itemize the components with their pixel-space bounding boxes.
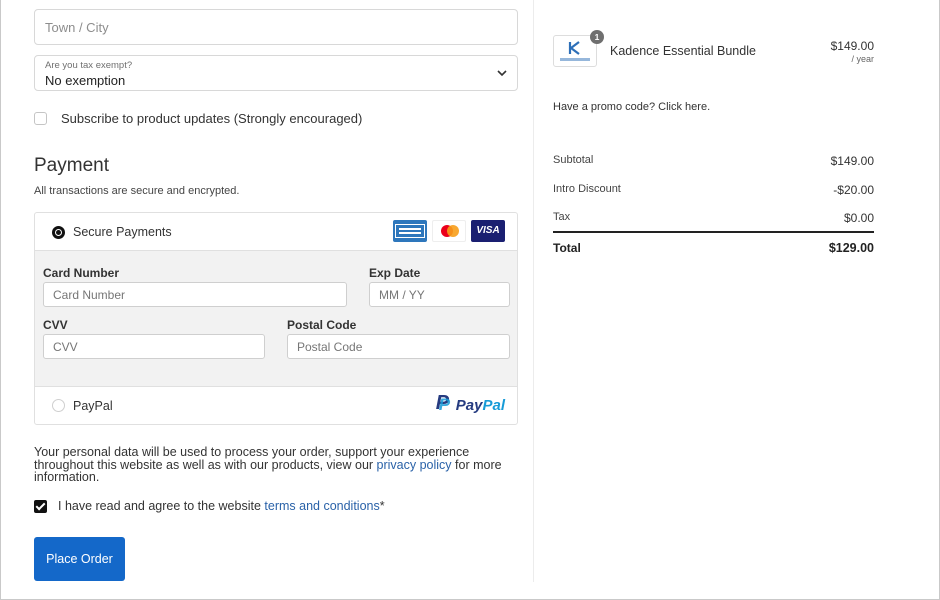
secure-payments-radio[interactable] — [52, 226, 65, 239]
privacy-policy-link[interactable]: privacy policy — [377, 458, 452, 472]
tax-exempt-select[interactable]: Are you tax exempt? No exemption — [34, 55, 518, 91]
total-value: $129.00 — [828, 241, 874, 255]
promo-code-link[interactable]: Have a promo code? Click here. — [553, 101, 710, 113]
terms-text: I have read and agree to the website — [58, 499, 265, 513]
card-number-input[interactable] — [43, 282, 347, 307]
secure-payments-label[interactable]: Secure Payments — [73, 225, 172, 239]
tax-exempt-label: Are you tax exempt? — [45, 60, 133, 71]
postal-code-input[interactable] — [287, 334, 510, 359]
terms-label: I have read and agree to the website ter… — [58, 499, 385, 513]
exp-date-input[interactable] — [369, 282, 510, 307]
payment-subtitle: All transactions are secure and encrypte… — [34, 185, 240, 197]
payment-methods: Secure Payments VISA Card Number Exp Dat… — [34, 212, 518, 425]
exp-date-label: Exp Date — [369, 266, 421, 280]
terms-required: * — [379, 499, 385, 513]
paypal-icon — [436, 392, 452, 415]
total-divider — [553, 231, 874, 233]
paypal-logo: PayPal — [436, 392, 505, 415]
place-order-button[interactable]: Place Order — [34, 537, 125, 581]
payment-heading: Payment — [34, 155, 109, 176]
cvv-label: CVV — [43, 318, 68, 332]
product-billing-period: / year — [851, 54, 874, 64]
terms-link[interactable]: terms and conditions — [264, 499, 379, 513]
subscribe-row: Subscribe to product updates (Strongly e… — [34, 109, 362, 127]
town-city-input[interactable] — [35, 10, 517, 44]
column-divider — [533, 0, 534, 582]
card-number-label: Card Number — [43, 266, 120, 280]
tax-row: Tax $0.00 — [553, 211, 874, 225]
terms-checkbox[interactable] — [34, 499, 47, 513]
subscribe-checkbox[interactable] — [34, 111, 47, 125]
visa-icon: VISA — [471, 220, 505, 242]
card-fields: Card Number Exp Date CVV Postal Code — [35, 251, 517, 387]
subtotal-row: Subtotal $149.00 — [553, 154, 874, 168]
discount-value: -$20.00 — [833, 183, 874, 197]
paypal-radio[interactable] — [52, 399, 65, 412]
tax-exempt-value: No exemption — [45, 73, 126, 88]
quantity-badge: 1 — [590, 30, 604, 44]
total-row: Total $129.00 — [553, 241, 874, 255]
payment-option-secure[interactable]: Secure Payments VISA — [35, 213, 517, 251]
tax-value: $0.00 — [843, 211, 874, 225]
paypal-logo-pay: Pay — [455, 396, 483, 414]
cvv-input[interactable] — [43, 334, 265, 359]
product-price: $149.00 — [830, 39, 874, 53]
subtotal-label: Subtotal — [553, 154, 594, 166]
amex-icon — [393, 220, 427, 242]
mastercard-icon — [432, 220, 466, 242]
card-logos: VISA — [393, 220, 505, 242]
tax-label: Tax — [553, 211, 571, 223]
privacy-notice: Your personal data will be used to proce… — [34, 446, 518, 484]
product-name: Kadence Essential Bundle — [610, 44, 756, 58]
chevron-down-icon — [497, 70, 507, 77]
subtotal-value: $149.00 — [830, 154, 874, 168]
postal-code-label: Postal Code — [287, 318, 357, 332]
town-city-field[interactable] — [34, 9, 518, 45]
paypal-logo-pal: Pal — [482, 396, 505, 414]
paypal-label[interactable]: PayPal — [73, 399, 113, 413]
kadence-logo-icon — [568, 41, 580, 55]
total-label: Total — [553, 241, 581, 255]
discount-label: Intro Discount — [553, 183, 621, 195]
subscribe-label[interactable]: Subscribe to product updates (Strongly e… — [61, 111, 362, 126]
discount-row: Intro Discount -$20.00 — [553, 183, 874, 197]
payment-option-paypal[interactable]: PayPal PayPal — [35, 387, 517, 424]
terms-row: I have read and agree to the website ter… — [34, 499, 385, 513]
